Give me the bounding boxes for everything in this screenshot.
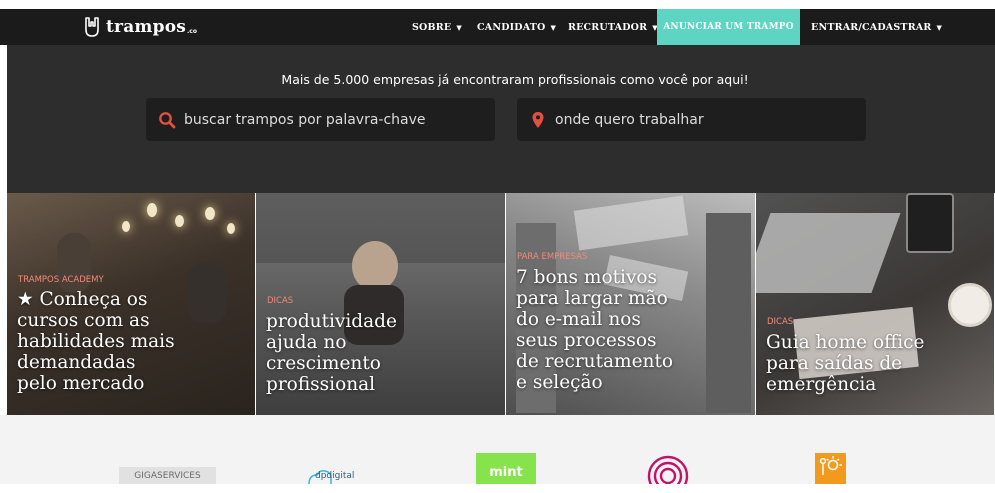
lightbulb-icon [819,456,842,475]
partner-dpdigital-label: dpdigital [315,471,355,481]
partner-logo-dpdigital[interactable]: dpdigital [305,467,375,485]
logo-text: trampos [106,17,187,37]
article-title-line: pelo mercado [17,373,145,394]
partner-logos: GIGASERVICES dpdigital mint [0,415,995,493]
article-tag: PARA EMPRESAS [517,252,588,262]
partner-logo-circles[interactable] [647,454,689,493]
circles-logo-icon [647,455,689,493]
search-icon [159,111,176,128]
article-title-line: Guia home office [766,332,925,353]
article-title-line: do e-mail nos [516,309,641,330]
hero-search-section: Mais de 5.000 empresas já encontraram pr… [7,45,995,193]
article-title: ★ Conheça os cursos com as habilidades m… [17,289,175,394]
article-title-line: para saídas de [766,353,903,374]
location-search-placeholder: onde quero trabalhar [555,111,704,128]
article-card[interactable]: PARA EMPRESAS 7 bons motivos para largar… [506,193,755,415]
article-tag: DICAS [267,296,294,306]
caret-down-icon: ▼ [936,22,943,32]
nav-candidato-label: CANDIDATO [477,21,546,33]
logo[interactable]: trampos .co [83,9,197,45]
article-title: Guia home office para saídas de emergênc… [766,332,924,395]
hand-horns-icon [85,17,99,37]
nav-entrar-label: ENTRAR/CADASTRAR [811,21,932,33]
anunciar-label: ANUNCIAR UM TRAMPO [663,22,794,32]
article-title-line: habilidades mais [17,331,175,352]
nav-entrar-cadastrar[interactable]: ENTRAR/CADASTRAR ▼ [811,9,942,45]
keyword-search-input[interactable]: buscar trampos por palavra-chave [146,98,495,141]
nav-recrutador[interactable]: RECRUTADOR ▼ [568,9,658,45]
featured-articles: TRAMPOS ACADEMY ★ Conheça os cursos com … [7,193,995,415]
caret-down-icon: ▼ [550,22,557,32]
partner-logo-bulb[interactable] [815,453,846,484]
article-card[interactable]: DICAS produtividade ajuda no crescimento… [256,193,505,415]
nav-recrutador-label: RECRUTADOR [568,21,648,33]
article-title-line: profissional [266,374,376,395]
article-title-line: seus processos [516,330,657,351]
anunciar-um-trampo-button[interactable]: ANUNCIAR UM TRAMPO [657,9,800,45]
article-tag: DICAS [767,317,794,327]
partner-logo-gigaservices[interactable]: GIGASERVICES [119,467,216,484]
nav-sobre-label: SOBRE [412,21,452,33]
article-card[interactable]: TRAMPOS ACADEMY ★ Conheça os cursos com … [7,193,255,415]
article-title-line: de recrutamento [516,351,674,372]
keyword-search-placeholder: buscar trampos por palavra-chave [184,111,426,128]
article-title: produtividade ajuda no crescimento profi… [266,311,397,395]
top-navigation-bar: trampos .co SOBRE ▼ CANDIDATO ▼ RECRUTAD… [0,9,995,45]
nav-candidato[interactable]: CANDIDATO ▼ [477,9,556,45]
hero-tagline: Mais de 5.000 empresas já encontraram pr… [281,72,749,87]
article-title-line: ajuda no [266,332,347,353]
article-title-line: produtividade [266,311,397,332]
article-title-line: crescimento [266,353,381,374]
article-title: 7 bons motivos para largar mão do e-mail… [516,267,673,393]
partner-logo-mint[interactable]: mint [476,453,536,484]
caret-down-icon: ▼ [456,22,462,32]
article-title-line: demandadas [17,352,136,373]
location-search-input[interactable]: onde quero trabalhar [517,98,866,141]
article-title-line: cursos com as [17,310,150,331]
article-title-line: e seleção [516,372,603,393]
article-tag: TRAMPOS ACADEMY [18,275,104,285]
article-title-line: 7 bons motivos [516,267,658,288]
article-title-line: para largar mão [516,288,668,309]
article-title-line: emergência [766,374,877,395]
article-card[interactable]: DICAS Guia home office para saídas de em… [756,193,994,415]
nav-sobre[interactable]: SOBRE ▼ [412,9,462,45]
article-title-line: ★ Conheça os [17,289,148,310]
map-pin-icon [532,111,544,128]
logo-suffix: .co [187,27,197,35]
